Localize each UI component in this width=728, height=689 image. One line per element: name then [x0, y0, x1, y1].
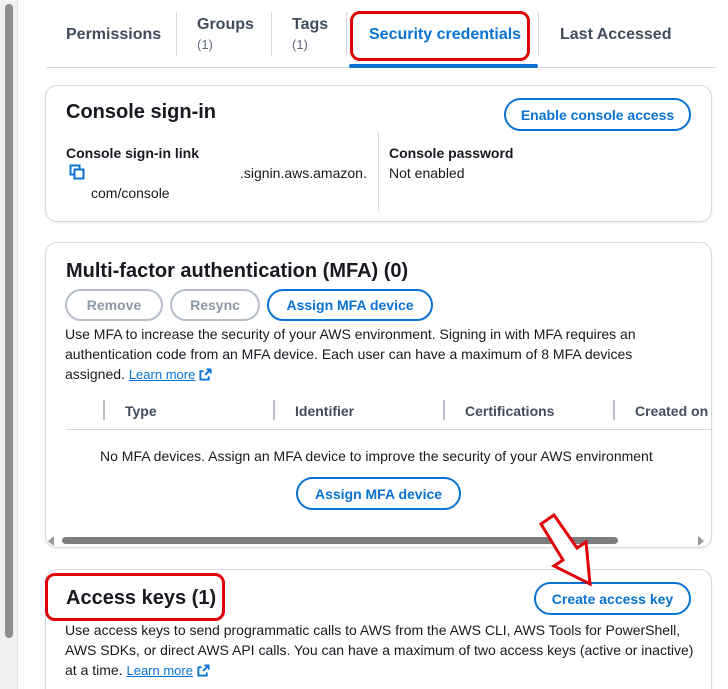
- enable-console-access-button[interactable]: Enable console access: [504, 98, 691, 131]
- console-password-value: Not enabled: [389, 165, 465, 181]
- copy-icon[interactable]: [69, 164, 85, 180]
- console-signin-title: Console sign-in: [66, 101, 216, 123]
- tab-divider: [176, 12, 177, 56]
- console-signin-link-label: Console sign-in link: [66, 145, 200, 161]
- column-separator[interactable]: [613, 400, 615, 420]
- column-header-identifier[interactable]: Identifier: [295, 403, 354, 419]
- scroll-left-arrow[interactable]: [48, 536, 54, 546]
- console-signin-link-value[interactable]: .signin.aws.amazon.: [240, 165, 367, 181]
- tab-count: (1): [197, 37, 213, 52]
- column-header-created-on[interactable]: Created on: [635, 403, 708, 419]
- learn-more-label: Learn more: [128, 367, 196, 382]
- tab-last-accessed[interactable]: Last Accessed: [560, 26, 671, 76]
- tab-permissions[interactable]: Permissions: [66, 26, 161, 76]
- mfa-empty-message: No MFA devices. Assign an MFA device to …: [100, 448, 653, 464]
- learn-more-label: Learn more: [126, 663, 193, 678]
- access-keys-description: Use access keys to send programmatic cal…: [65, 620, 695, 681]
- resync-mfa-button[interactable]: Resync: [170, 289, 260, 321]
- table-header-divider: [66, 429, 712, 430]
- column-header-certifications[interactable]: Certifications: [465, 403, 554, 419]
- tab-label: Groups: [197, 16, 254, 33]
- page-scrollbar[interactable]: [0, 0, 18, 689]
- mfa-learn-more-link[interactable]: Learn more: [129, 367, 212, 382]
- scroll-right-arrow[interactable]: [698, 536, 704, 546]
- console-signin-link-value-cont[interactable]: com/console: [91, 185, 170, 201]
- tab-divider: [271, 12, 272, 56]
- mfa-title: Multi-factor authentication (MFA) (0): [66, 260, 409, 282]
- column-divider: [378, 132, 379, 211]
- tab-groups[interactable]: Groups (1): [197, 16, 254, 66]
- red-arrow-annotation: [538, 512, 592, 587]
- annotation-highlight-tab: [350, 11, 530, 61]
- assign-mfa-device-empty-button[interactable]: Assign MFA device: [296, 477, 461, 510]
- assign-mfa-device-button[interactable]: Assign MFA device: [267, 289, 433, 321]
- tab-divider: [346, 12, 347, 56]
- page-scrollbar-thumb[interactable]: [5, 4, 13, 638]
- external-link-icon: [197, 664, 210, 677]
- active-tab-indicator: [349, 64, 538, 68]
- tab-label: Last Accessed: [560, 26, 672, 43]
- access-keys-learn-more-link[interactable]: Learn more: [126, 663, 210, 678]
- tab-divider: [538, 12, 539, 56]
- column-header-type[interactable]: Type: [125, 403, 157, 419]
- external-link-icon: [199, 368, 212, 381]
- column-separator[interactable]: [273, 400, 275, 420]
- mfa-description: Use MFA to increase the security of your…: [65, 324, 680, 385]
- tab-label: Permissions: [66, 26, 162, 43]
- remove-mfa-button[interactable]: Remove: [65, 289, 163, 321]
- column-separator[interactable]: [443, 400, 445, 420]
- tab-label: Tags: [292, 16, 329, 33]
- console-password-label: Console password: [389, 145, 514, 161]
- column-separator[interactable]: [103, 400, 105, 420]
- tab-tags[interactable]: Tags (1): [292, 16, 328, 66]
- tab-count: (1): [292, 37, 308, 52]
- annotation-highlight-access-keys: [45, 573, 225, 621]
